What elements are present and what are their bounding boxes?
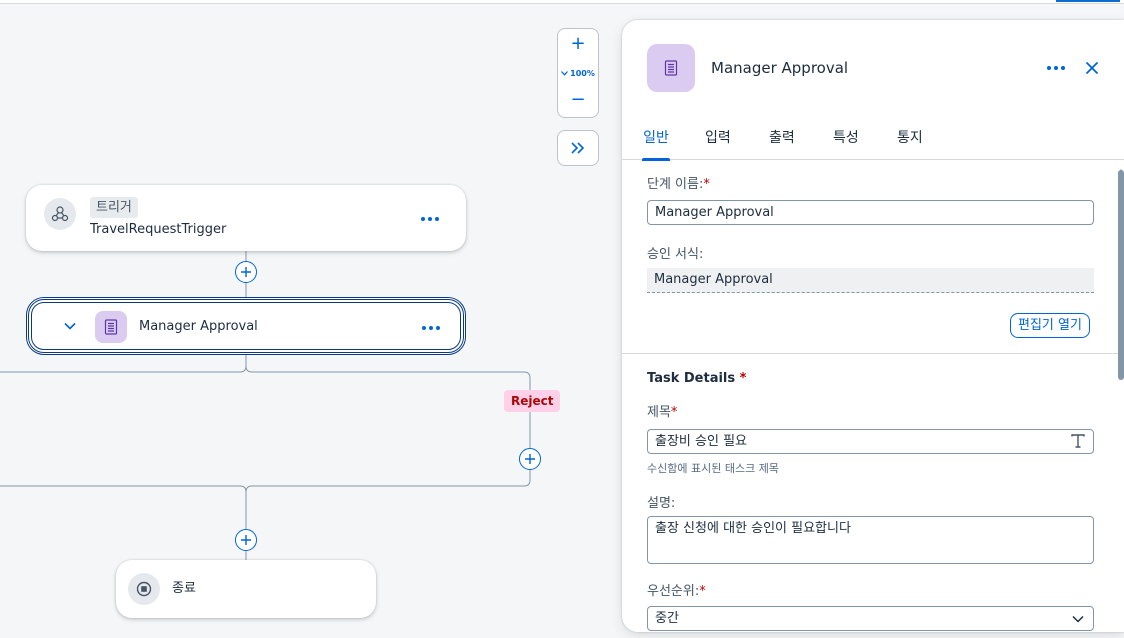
add-icon [525, 454, 535, 464]
expand-panel-button[interactable] [557, 130, 599, 166]
open-editor-button[interactable]: 편집기 열기 [1010, 313, 1090, 338]
priority-label: 우선순위:* [647, 584, 706, 599]
trigger-network-icon [44, 198, 76, 230]
zoom-control: + 100% − [557, 28, 599, 118]
tab-properties[interactable]: 특성 [833, 124, 859, 160]
task-details-title: Task Details * [647, 371, 747, 386]
scroll-up-arrow[interactable] [1118, 160, 1124, 174]
add-icon [241, 535, 251, 545]
description-textarea[interactable]: 출장 신청에 대한 승인이 필요합니다 [647, 516, 1094, 564]
reject-branch-label: Reject [504, 390, 561, 412]
add-step-button[interactable] [235, 261, 257, 283]
panel-title: Manager Approval [711, 59, 849, 77]
form-document-icon [95, 311, 127, 343]
approval-form-field: Manager Approval [647, 268, 1094, 293]
connector-left-merge [0, 485, 247, 493]
close-icon[interactable] [1083, 59, 1101, 77]
approval-form-label: 승인 서식: [647, 247, 704, 262]
step-name-input[interactable]: Manager Approval [647, 200, 1094, 225]
connector-reject-merge [245, 470, 531, 529]
tab-notification[interactable]: 통지 [897, 124, 923, 160]
trigger-more-icon[interactable] [418, 209, 442, 229]
subject-label: 제목* [647, 405, 678, 420]
step-name-label: 단계 이름:* [647, 177, 710, 192]
zoom-level-dropdown[interactable]: 100% [558, 68, 598, 80]
approval-node-name: Manager Approval [139, 319, 258, 334]
add-step-end-button[interactable] [235, 529, 257, 551]
text-format-icon[interactable] [1070, 433, 1086, 449]
subject-input[interactable]: 출장비 승인 필요 [647, 429, 1094, 454]
tab-output[interactable]: 출력 [769, 124, 795, 160]
connector-branch-reject [245, 355, 531, 448]
tab-input[interactable]: 입력 [705, 124, 731, 160]
properties-panel: Manager Approval 일반 입력 출력 특성 통지 단계 이름:* … [622, 20, 1124, 632]
subject-hint: 수신함에 표시된 태스크 제목 [647, 462, 779, 475]
end-node[interactable]: 종료 [116, 560, 376, 618]
add-icon [241, 267, 251, 277]
trigger-name: TravelRequestTrigger [90, 222, 227, 237]
form-document-icon [647, 44, 695, 92]
zoom-level-value: 100% [570, 69, 595, 78]
double-chevron-right-icon [571, 142, 585, 154]
section-divider [622, 353, 1118, 354]
approval-node[interactable]: Manager Approval [26, 297, 466, 355]
chevron-down-icon [561, 71, 569, 76]
zoom-in-button[interactable]: + [558, 33, 598, 55]
priority-select[interactable]: 중간 [647, 606, 1094, 631]
stop-circle-icon [128, 573, 160, 605]
top-bar-accent [1056, 0, 1120, 2]
add-step-reject-button[interactable] [519, 448, 541, 470]
tab-general[interactable]: 일반 [642, 124, 670, 161]
process-canvas: + 100% − 트리거 TravelRequestTrigger Manage… [0, 4, 624, 638]
trigger-badge: 트리거 [90, 197, 138, 218]
subject-value: 출장비 승인 필요 [655, 434, 747, 449]
panel-tabs: 일반 입력 출력 특성 통지 [622, 124, 1124, 161]
approval-more-icon[interactable] [419, 318, 443, 338]
panel-scrollbar[interactable] [1118, 170, 1124, 380]
panel-more-icon[interactable] [1044, 58, 1068, 78]
priority-value: 중간 [655, 611, 679, 626]
trigger-node[interactable]: 트리거 TravelRequestTrigger [26, 185, 466, 251]
zoom-out-button[interactable]: − [558, 89, 598, 111]
end-node-name: 종료 [172, 581, 196, 596]
chevron-down-icon [1072, 615, 1084, 623]
description-label: 설명: [647, 496, 676, 511]
chevron-down-icon[interactable] [63, 319, 77, 333]
connector-branch-left [0, 355, 247, 373]
